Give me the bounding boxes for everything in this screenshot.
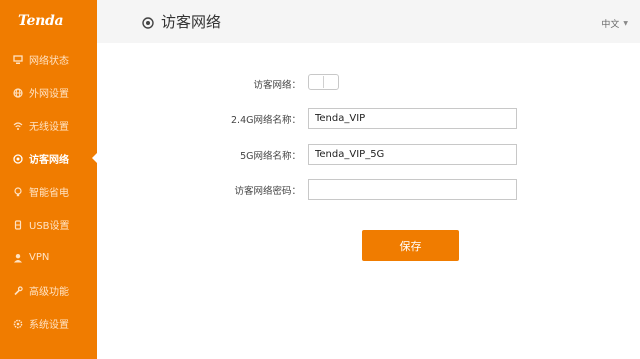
guest-network-label: 访客网络： — [253, 80, 301, 91]
sidebar-item-label: 系统设置 — [29, 320, 69, 331]
page-title: 访客网络 — [161, 13, 222, 31]
sidebar-item-wan-settings[interactable]: 外网设置 — [0, 76, 97, 109]
sidebar-item-vpn[interactable]: VPN — [0, 241, 97, 274]
gear-icon — [13, 319, 23, 329]
ssid-24g-label: 2.4G网络名称： — [231, 115, 301, 126]
ssid-24g-input[interactable] — [308, 108, 517, 129]
sidebar-item-network-status[interactable]: 网络状态 — [0, 43, 97, 76]
sidebar-item-guest-network[interactable]: 访客网络 — [0, 142, 98, 175]
user-icon — [13, 253, 23, 263]
sidebar-item-label: VPN — [29, 252, 50, 263]
guest-network-icon — [13, 153, 23, 164]
sidebar-item-label: 外网设置 — [29, 89, 69, 100]
network-status-icon — [13, 54, 23, 65]
sidebar-item-advanced[interactable]: 高级功能 — [0, 274, 97, 307]
sidebar-item-usb-settings[interactable]: USB设置 — [0, 208, 97, 241]
sidebar-item-system-settings[interactable]: 系统设置 — [0, 307, 97, 340]
sidebar-item-wireless-settings[interactable]: 无线设置 — [0, 109, 97, 142]
wrench-icon — [13, 285, 23, 296]
sidebar-item-power-saving[interactable]: 智能省电 — [0, 175, 97, 208]
usb-icon — [13, 219, 23, 230]
save-button[interactable]: 保存 — [362, 230, 459, 261]
active-indicator — [92, 152, 98, 164]
sidebar-item-label: 智能省电 — [29, 188, 69, 199]
sidebar: Tenda 网络状态 外网设置 无线设置 访客网络 智能省电 USB设置 VPN… — [0, 0, 98, 359]
sidebar-item-label: USB设置 — [29, 221, 70, 232]
password-input[interactable] — [308, 179, 517, 200]
guest-network-toggle[interactable] — [308, 74, 339, 90]
toggle-knob — [323, 76, 324, 88]
language-selector[interactable]: 中文 ▼ — [601, 17, 628, 30]
sidebar-item-label: 高级功能 — [29, 287, 69, 298]
sidebar-item-label: 访客网络 — [29, 155, 69, 166]
page-header: 访客网络 中文 ▼ — [97, 0, 640, 43]
chevron-down-icon: ▼ — [623, 20, 628, 27]
sidebar-item-label: 无线设置 — [29, 122, 69, 133]
guest-network-icon — [142, 14, 154, 29]
password-label: 访客网络密码： — [234, 186, 301, 197]
language-label: 中文 — [601, 20, 620, 30]
tenda-logo: Tenda — [18, 13, 64, 29]
bulb-icon — [13, 186, 23, 197]
wifi-icon — [13, 121, 23, 131]
sidebar-item-label: 网络状态 — [29, 56, 69, 67]
ssid-5g-label: 5G网络名称： — [240, 151, 301, 162]
ssid-5g-input[interactable] — [308, 144, 517, 165]
globe-icon — [13, 87, 23, 98]
